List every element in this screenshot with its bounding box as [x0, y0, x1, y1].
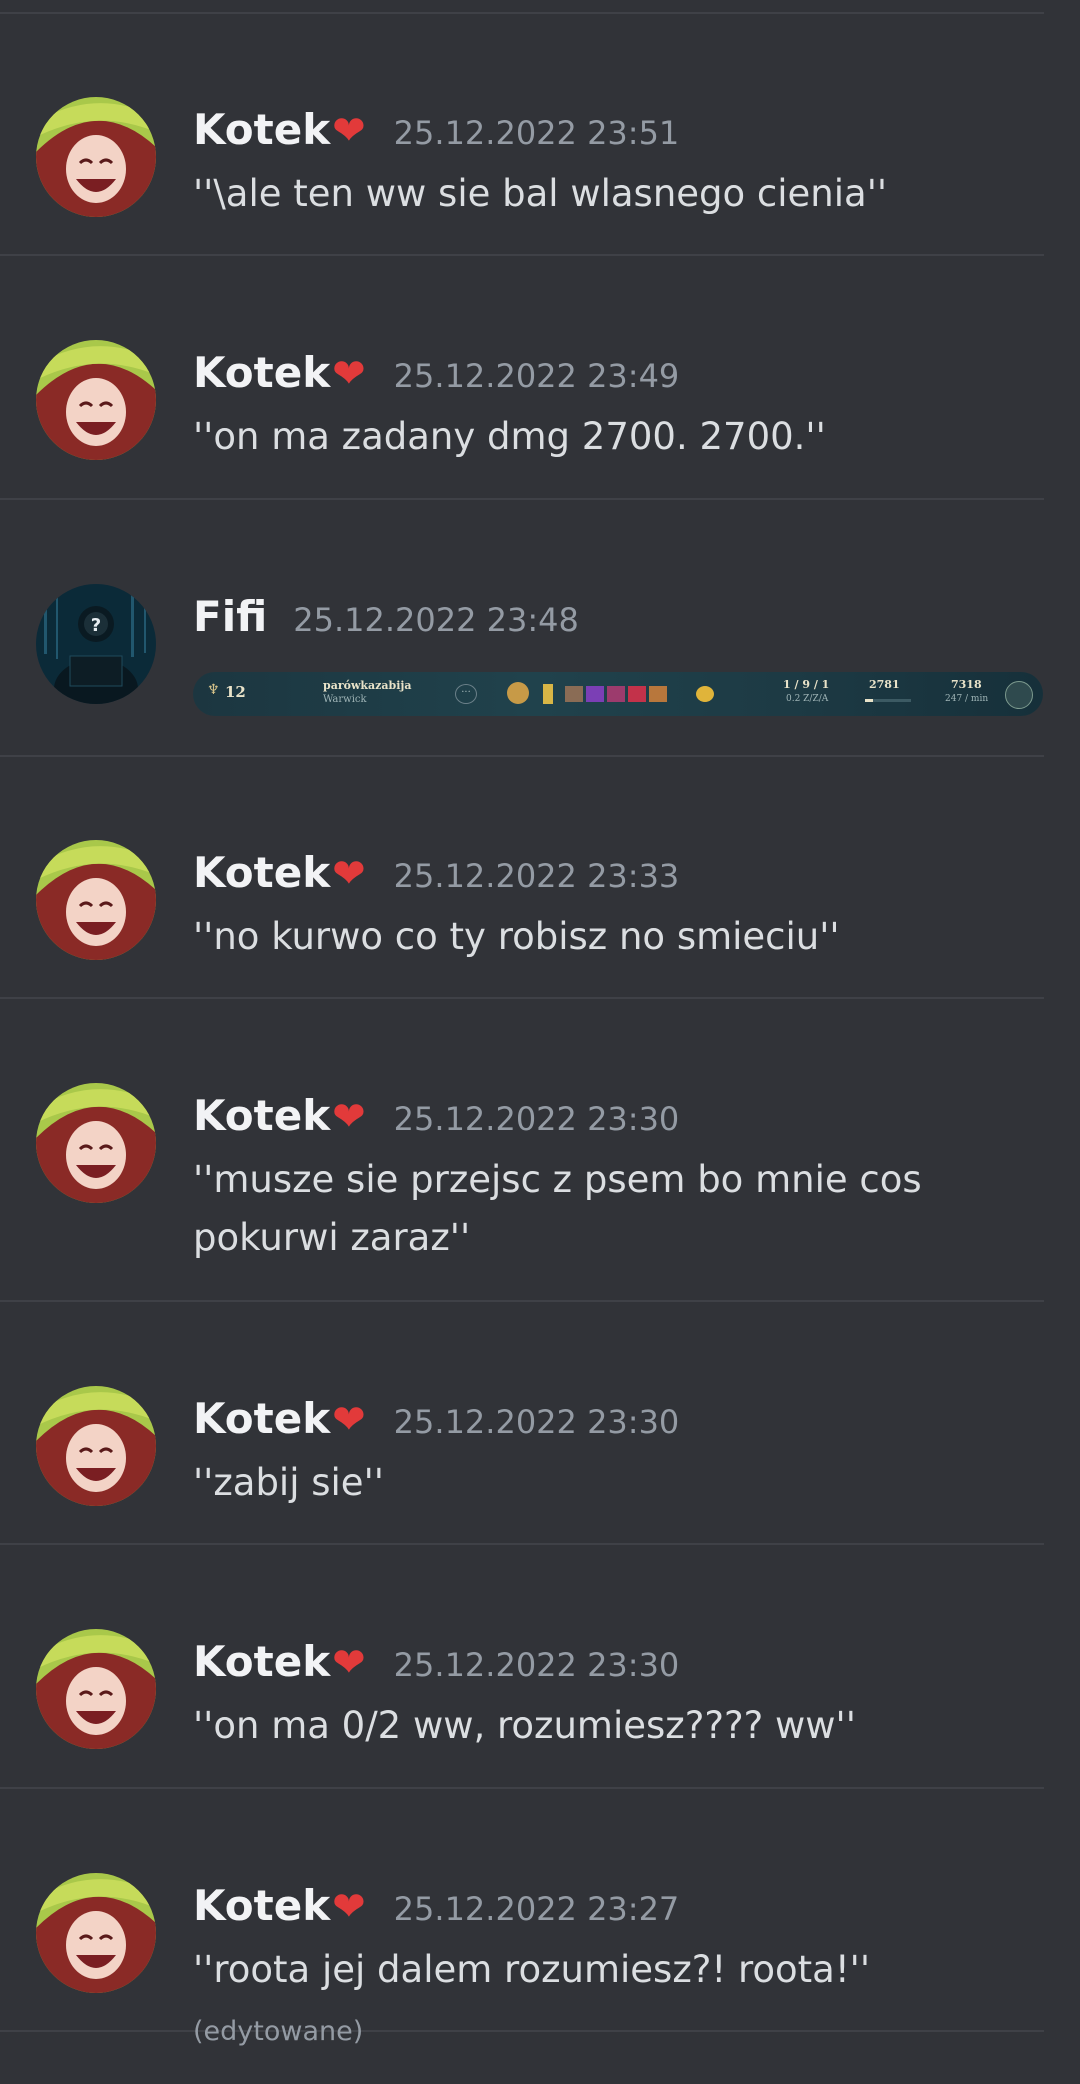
avatar-image [36, 1386, 156, 1506]
avatar-image [36, 340, 156, 460]
more-icon: ··· [455, 684, 477, 704]
edited-label: (edytowane) [193, 2016, 364, 2047]
message-text: ''on ma 0/2 ww, rozumiesz???? ww'' [193, 1704, 856, 1747]
heart-emoji-icon: ❤ [332, 851, 366, 897]
message-divider [0, 755, 1044, 757]
avatar[interactable] [36, 97, 156, 217]
item-icon [565, 686, 583, 702]
avatar[interactable] [36, 1386, 156, 1506]
username[interactable]: Kotek [193, 1881, 330, 1930]
message-divider [0, 12, 1044, 14]
avatar-image [36, 1873, 156, 1993]
timestamp: 25.12.2022 23:51 [393, 114, 680, 152]
message-text: ''zabij sie'' [193, 1461, 384, 1504]
timestamp: 25.12.2022 23:30 [393, 1403, 680, 1441]
item-icon [607, 686, 625, 702]
avatar-image [36, 97, 156, 217]
message-text-container: ''roota jej dalem rozumiesz?! roota!'' (… [193, 1941, 1043, 2061]
item-icon [543, 684, 553, 704]
damage-value: 2781 [869, 678, 900, 691]
message-divider [0, 997, 1044, 999]
message-text: ''roota jej dalem rozumiesz?! roota!'' [193, 1948, 871, 1991]
timestamp: 25.12.2022 23:33 [393, 857, 680, 895]
level-value: 12 [225, 683, 246, 701]
message-text: ''on ma zadany dmg 2700. 2700.'' [193, 415, 826, 458]
avatar[interactable] [36, 1629, 156, 1749]
heart-emoji-icon: ❤ [332, 108, 366, 154]
username[interactable]: Kotek [193, 848, 330, 897]
avatar-image: ? [36, 584, 156, 704]
heart-emoji-icon: ❤ [332, 1094, 366, 1140]
kda-ratio: 0.2 Z/Z/A [786, 694, 829, 704]
timestamp: 25.12.2022 23:48 [293, 601, 579, 639]
kda-value: 1 / 9 / 1 [783, 678, 830, 691]
avatar[interactable] [36, 1083, 156, 1203]
avatar-image [36, 840, 156, 960]
message-divider [0, 254, 1044, 256]
item-icon [586, 686, 604, 702]
avatar[interactable] [36, 1873, 156, 1993]
message-divider [0, 498, 1044, 500]
username[interactable]: Kotek [193, 1091, 330, 1140]
timestamp: 25.12.2022 23:30 [393, 1646, 680, 1684]
match-summary-embed[interactable]: ♆ 12 parówkazabija Warwick ··· 1 / 9 / 1… [193, 672, 1043, 716]
heart-emoji-icon: ❤ [332, 1640, 366, 1686]
username[interactable]: Fifi [193, 592, 267, 641]
item-icon [696, 686, 714, 702]
avatar-image [36, 1629, 156, 1749]
heart-emoji-icon: ❤ [332, 1884, 366, 1930]
gold-per-min: 247 / min [945, 694, 989, 704]
message-divider [0, 1543, 1044, 1545]
avatar[interactable] [36, 840, 156, 960]
damage-bar [865, 699, 911, 702]
ward-icon [1005, 681, 1033, 709]
username[interactable]: Kotek [193, 1394, 330, 1443]
champion-name: Warwick [323, 694, 367, 705]
timestamp: 25.12.2022 23:49 [393, 357, 680, 395]
rune-icon [507, 682, 529, 704]
avatar-image [36, 1083, 156, 1203]
level-icon: ♆ [207, 682, 220, 698]
gold-value: 7318 [951, 678, 982, 691]
item-icon [649, 686, 667, 702]
item-icon [628, 686, 646, 702]
summoner-name: parówkazabija [323, 679, 412, 692]
avatar[interactable]: ? [36, 584, 156, 704]
message-text: ''no kurwo co ty robisz no smieciu'' [193, 915, 840, 958]
avatar[interactable] [36, 340, 156, 460]
message-divider [0, 1300, 1044, 1302]
heart-emoji-icon: ❤ [332, 351, 366, 397]
username[interactable]: Kotek [193, 348, 330, 397]
timestamp: 25.12.2022 23:27 [393, 1890, 680, 1928]
message-text: ''musze sie przejsc z psem bo mnie cos p… [193, 1158, 922, 1259]
message-divider [0, 1787, 1044, 1789]
message-text: ''\ale ten ww sie bal wlasnego cienia'' [193, 172, 888, 215]
svg-text:?: ? [91, 615, 101, 636]
heart-emoji-icon: ❤ [332, 1397, 366, 1443]
username[interactable]: Kotek [193, 1637, 330, 1686]
username[interactable]: Kotek [193, 105, 330, 154]
timestamp: 25.12.2022 23:30 [393, 1100, 680, 1138]
